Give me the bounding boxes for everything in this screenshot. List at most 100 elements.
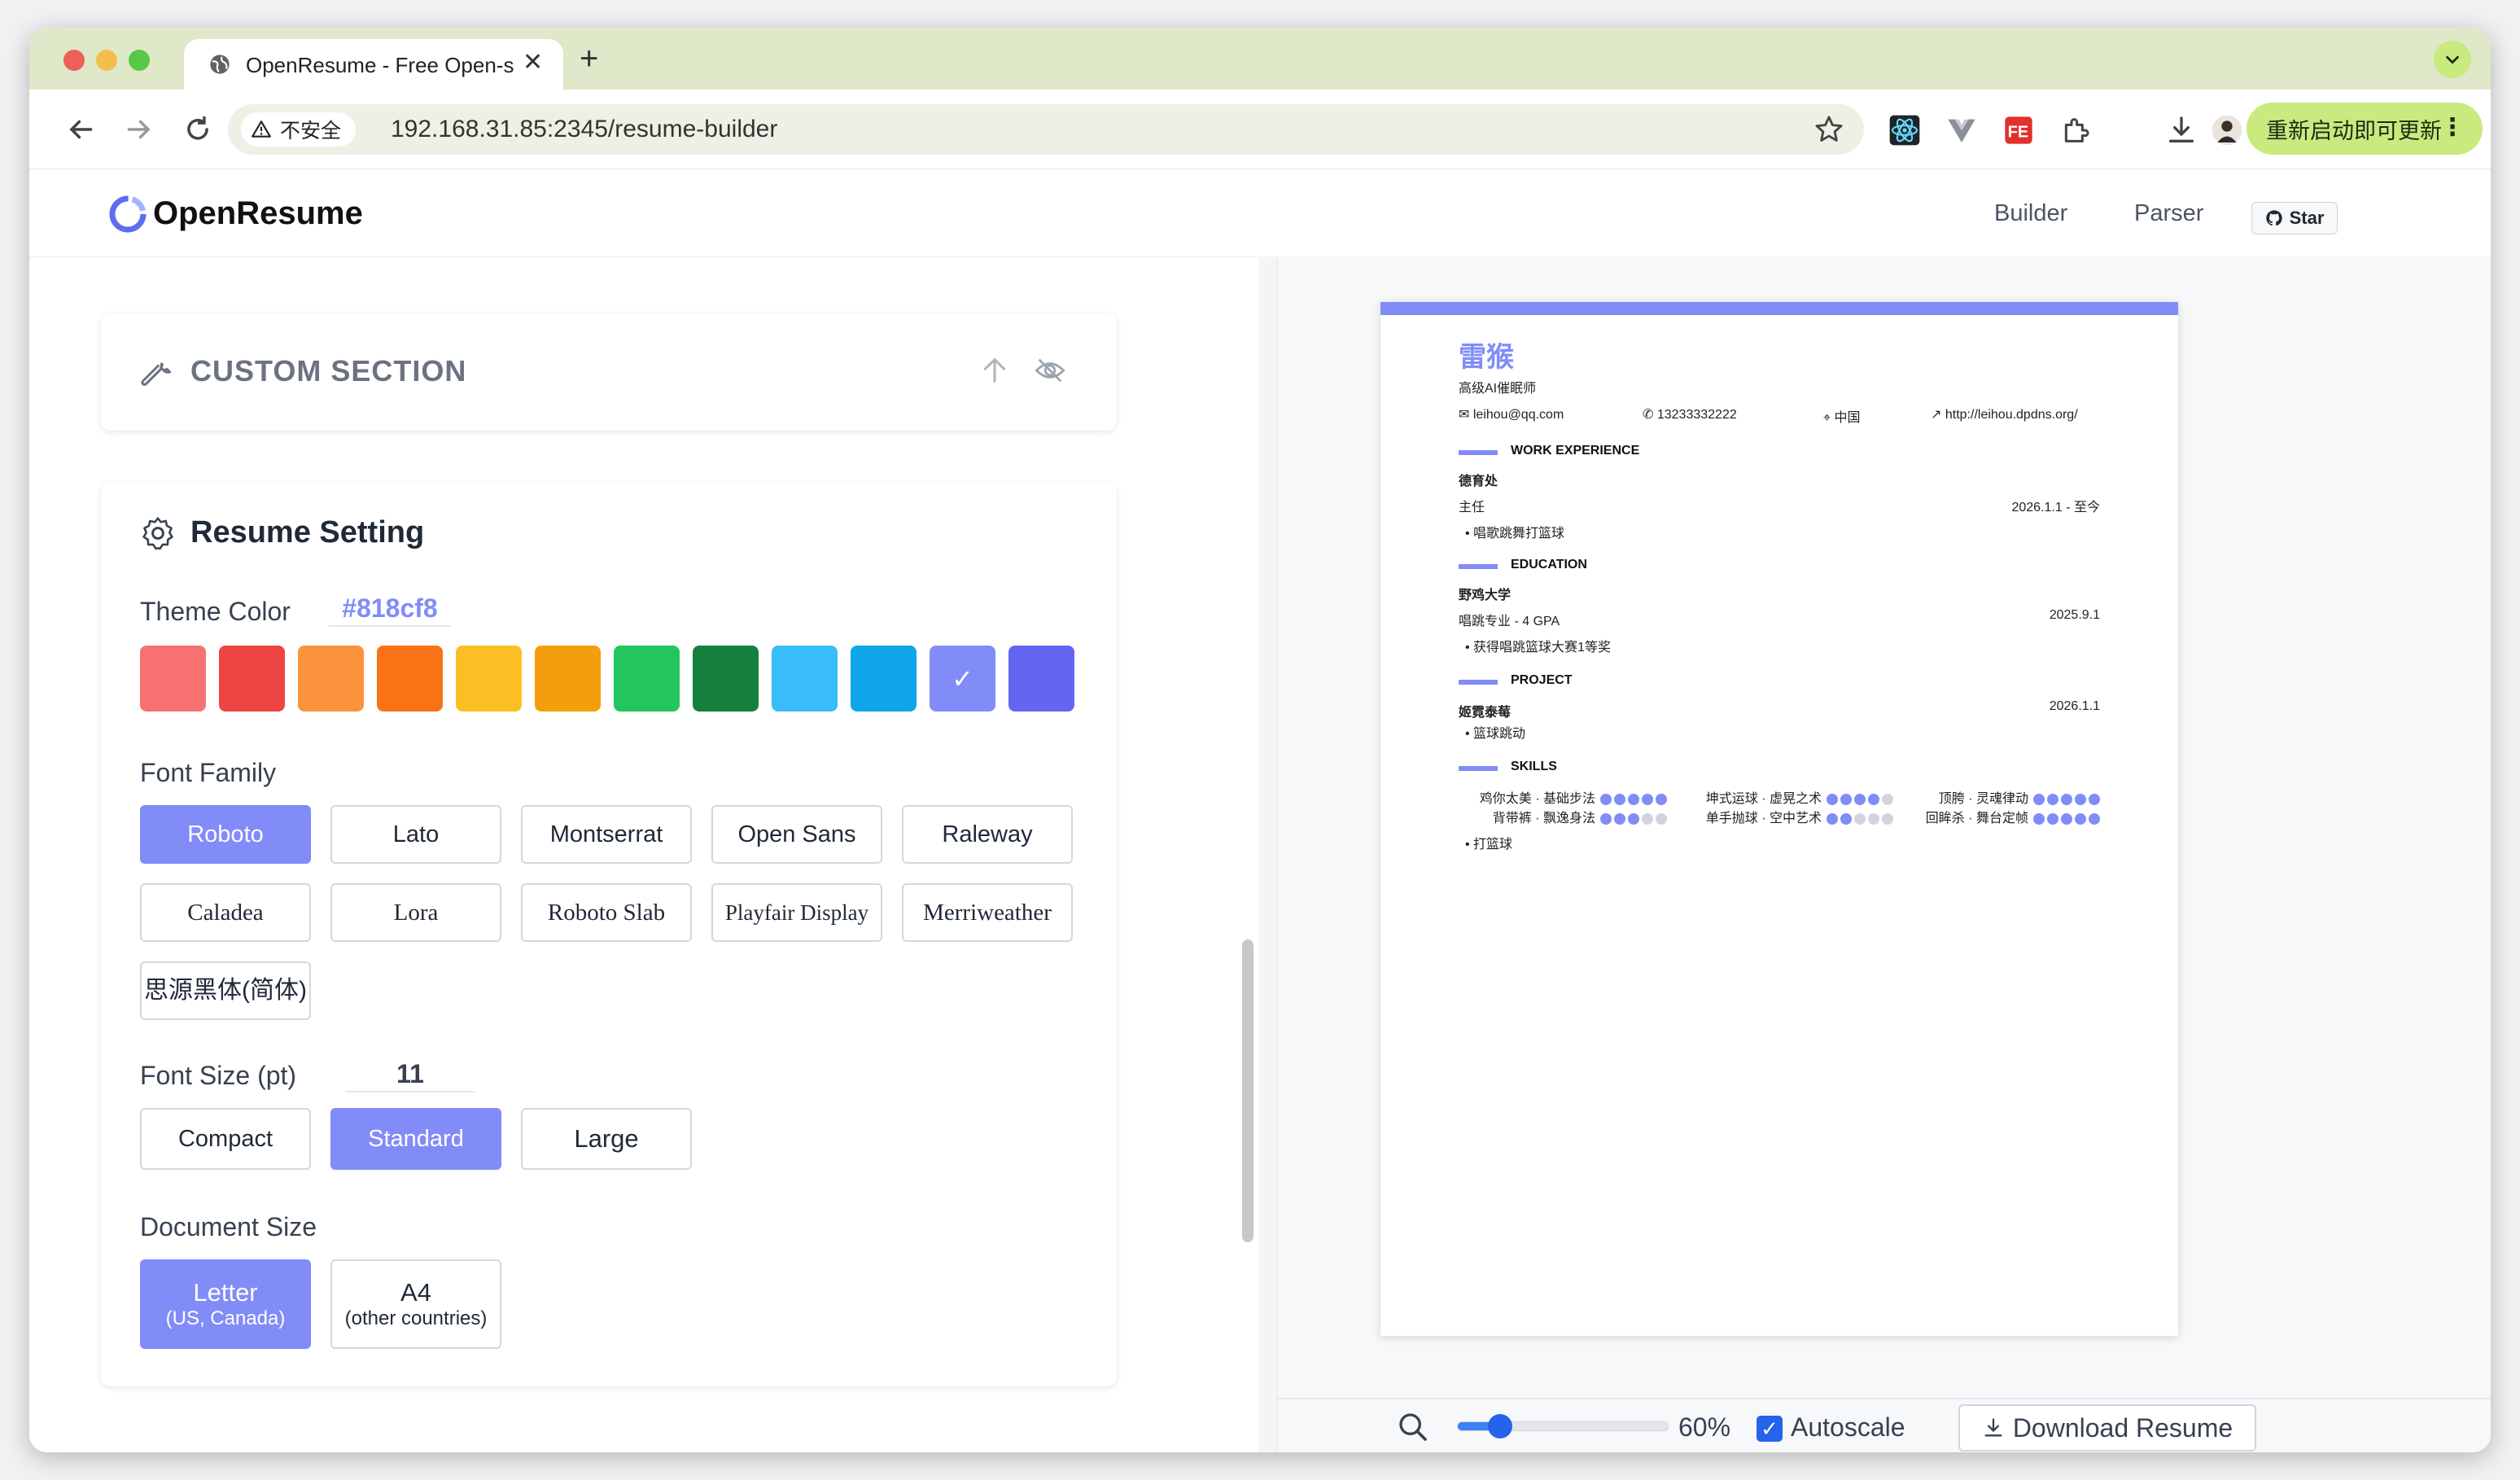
swatch-amber-400[interactable] (456, 646, 522, 712)
browser-tab[interactable]: OpenResume - Free Open-so ✕ (184, 39, 563, 90)
swatch-indigo-500[interactable] (1008, 646, 1074, 712)
font-size-compact-button[interactable]: Compact (140, 1108, 311, 1170)
theme-color-bar (1380, 302, 2178, 315)
swatch-green-700[interactable] (693, 646, 759, 712)
close-window-button[interactable] (63, 50, 85, 71)
resume-setting-card: Resume Setting Theme Color #818cf8 ✓ Fon… (101, 483, 1117, 1386)
skill-dot-filled (1642, 793, 1653, 805)
eye-slash-icon[interactable] (1032, 354, 1068, 387)
github-star-button[interactable]: Star (2251, 202, 2338, 234)
tab-strip: OpenResume - Free Open-so ✕ + (29, 28, 2491, 90)
new-tab-button[interactable]: + (580, 42, 598, 75)
nav-parser-link[interactable]: Parser (2134, 200, 2203, 227)
tab-close-icon[interactable]: ✕ (523, 50, 543, 75)
doc-size-letter-button[interactable]: Letter (US, Canada) (140, 1259, 311, 1349)
autoscale-checkbox[interactable]: ✓ (1757, 1416, 1783, 1442)
skill-dot-filled (2047, 793, 2058, 805)
font-size-input[interactable]: 11 (345, 1059, 475, 1092)
swatch-indigo-400-selected[interactable]: ✓ (930, 646, 995, 712)
svg-text:FE: FE (2008, 123, 2029, 141)
app-logo-text[interactable]: OpenResume (153, 195, 363, 232)
font-option-roboto-slab[interactable]: Roboto Slab (521, 883, 692, 942)
theme-color-label: Theme Color (140, 597, 291, 626)
scrollbar-track[interactable] (1258, 258, 1276, 1452)
resume-name: 雷猴 (1459, 342, 1514, 373)
font-option-roboto[interactable]: Roboto (140, 805, 311, 864)
skills-bullet: • 打篮球 (1465, 838, 1513, 852)
swatch-amber-500[interactable] (535, 646, 601, 712)
swatch-sky-500[interactable] (851, 646, 917, 712)
preview-toolbar: 60% ✓ Autoscale Download Resume (1278, 1398, 2491, 1452)
browser-toolbar: 不安全 192.168.31.85:2345/resume-builder FE… (29, 90, 2491, 169)
font-option-open-sans[interactable]: Open Sans (711, 805, 882, 864)
bookmark-star-icon[interactable] (1813, 114, 1844, 145)
font-size-label: Font Size (pt) (140, 1061, 297, 1090)
back-icon[interactable] (65, 114, 96, 145)
font-option-caladea[interactable]: Caladea (140, 883, 311, 942)
swatch-sky-400[interactable] (772, 646, 838, 712)
address-bar[interactable]: 不安全 192.168.31.85:2345/resume-builder (228, 104, 1864, 155)
zoom-slider-handle[interactable] (1488, 1414, 1512, 1438)
theme-color-input[interactable]: #818cf8 (329, 593, 451, 627)
font-option-source-han-sans[interactable]: 思源黑体(简体) (140, 961, 311, 1020)
skill-dot-empty (1868, 812, 1879, 825)
openresume-logo-icon[interactable] (107, 194, 148, 234)
minimize-window-button[interactable] (96, 50, 117, 71)
swatch-orange-500[interactable] (377, 646, 443, 712)
skill-item: 回眸杀 · 舞台定帧 (1892, 807, 2100, 826)
maximize-window-button[interactable] (129, 50, 150, 71)
github-icon (2265, 210, 2282, 226)
swatch-red-500[interactable] (219, 646, 285, 712)
url-text[interactable]: 192.168.31.85:2345/resume-builder (391, 116, 777, 143)
resume-phone-text: 13233332222 (1656, 408, 1737, 422)
custom-section-title: CUSTOM SECTION (190, 354, 467, 388)
nav-builder-link[interactable]: Builder (1994, 200, 2067, 227)
swatch-green-500[interactable] (614, 646, 680, 712)
more-menu-icon[interactable]: ⋮ (2440, 114, 2465, 142)
resume-phone: ✆ 13233332222 (1643, 406, 1737, 423)
skill-label: 回眸杀 · 舞台定帧 (1925, 812, 2028, 825)
tab-search-button[interactable] (2434, 41, 2471, 78)
zoom-slider[interactable] (1457, 1414, 1669, 1438)
skill-dot-filled (1840, 793, 1852, 805)
extensions-puzzle-icon[interactable] (2059, 114, 2092, 147)
doc-letter-label: Letter (193, 1278, 258, 1307)
font-option-montserrat[interactable]: Montserrat (521, 805, 692, 864)
download-resume-button[interactable]: Download Resume (1958, 1404, 2256, 1452)
skill-dot-filled (1827, 812, 1838, 825)
resume-page: 雷猴 高级AI催眠师 ✉ leihou@qq.com ✆ 13233332222… (1380, 302, 2178, 1336)
font-option-merriweather[interactable]: Merriweather (902, 883, 1073, 942)
arrow-up-icon[interactable] (978, 354, 1011, 387)
font-size-standard-button[interactable]: Standard (330, 1108, 501, 1170)
skill-label: 背带裤 · 飘逸身法 (1492, 812, 1595, 825)
edu-degree: 唱跳专业 - 4 GPA (1459, 615, 1560, 628)
doc-size-a4-button[interactable]: A4 (other countries) (330, 1259, 501, 1349)
skill-label: 鸡你太美 · 基础步法 (1479, 792, 1595, 806)
font-option-playfair-display[interactable]: Playfair Display (711, 883, 882, 942)
font-option-lora[interactable]: Lora (330, 883, 501, 942)
resume-headline: 高级AI催眠师 (1459, 382, 1537, 396)
skill-dot-filled (1628, 793, 1639, 805)
font-option-raleway[interactable]: Raleway (902, 805, 1073, 864)
section-accent-line (1459, 564, 1498, 569)
skill-dot-filled (1827, 793, 1838, 805)
project-heading: PROJECT (1511, 673, 1573, 687)
section-accent-line (1459, 766, 1498, 771)
autoscale-label[interactable]: Autoscale (1791, 1412, 1905, 1443)
forward-icon[interactable] (124, 114, 155, 145)
update-browser-button[interactable]: 重新启动即可更新 ⋮ (2247, 103, 2483, 155)
profile-avatar-icon[interactable] (2211, 114, 2243, 147)
skill-level-dots (1827, 812, 1893, 825)
site-info-button[interactable]: 不安全 (241, 112, 357, 147)
font-size-large-button[interactable]: Large (521, 1108, 692, 1170)
swatch-orange-400[interactable] (298, 646, 364, 712)
react-devtools-icon[interactable] (1888, 114, 1921, 147)
swatch-red-400[interactable] (140, 646, 206, 712)
font-option-lato[interactable]: Lato (330, 805, 501, 864)
reload-icon[interactable] (182, 114, 213, 145)
document-size-label: Document Size (140, 1212, 317, 1241)
fe-helper-icon[interactable]: FE (2002, 114, 2035, 147)
download-icon[interactable] (2165, 114, 2198, 147)
vue-devtools-icon[interactable] (1945, 114, 1978, 147)
scrollbar-thumb[interactable] (1242, 939, 1253, 1242)
